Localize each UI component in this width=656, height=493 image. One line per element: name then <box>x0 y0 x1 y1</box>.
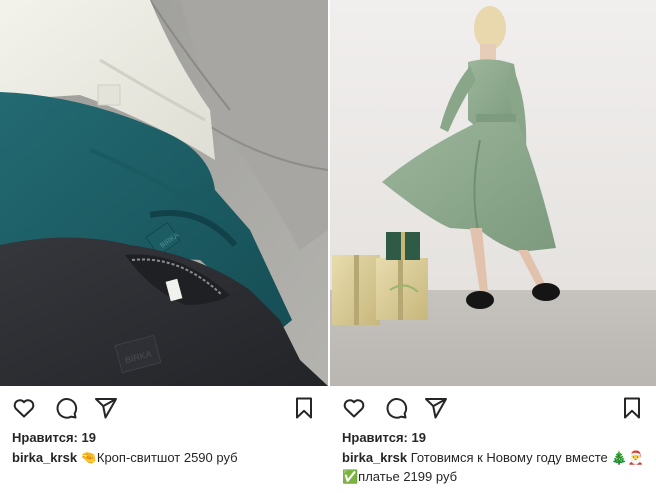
post-image-dress[interactable] <box>330 0 656 386</box>
post-card-dress: Нравится: 19 birka_krsk Готовимся к Ново… <box>330 0 656 493</box>
share-icon[interactable] <box>424 396 448 420</box>
username-link[interactable]: birka_krsk <box>12 450 77 465</box>
post-card-sweatshirts: BIRKA BIRKA Нравится: 19 birka_krsk 🤏Кро… <box>0 0 328 493</box>
dress-photo <box>330 0 656 386</box>
heart-icon[interactable] <box>342 396 366 420</box>
post-caption: birka_krsk 🤏Кроп-свитшот 2590 руб <box>12 448 322 467</box>
comment-icon[interactable] <box>384 396 408 420</box>
bookmark-icon[interactable] <box>292 396 316 420</box>
comment-icon[interactable] <box>54 396 78 420</box>
caption-text: Готовимся к Новому году вместе 🎄🎅 <box>410 450 644 465</box>
post-actions <box>12 396 316 420</box>
heart-icon[interactable] <box>12 396 36 420</box>
sweatshirts-photo: BIRKA BIRKA <box>0 0 328 386</box>
likes-count[interactable]: Нравится: 19 <box>12 430 96 445</box>
bookmark-icon[interactable] <box>620 396 644 420</box>
share-icon[interactable] <box>94 396 118 420</box>
caption-price-line: ✅платье 2199 руб <box>342 469 458 484</box>
username-link[interactable]: birka_krsk <box>342 450 407 465</box>
post-image-sweatshirts[interactable]: BIRKA BIRKA <box>0 0 328 386</box>
likes-count[interactable]: Нравится: 19 <box>342 430 426 445</box>
post-actions <box>342 396 644 420</box>
post-caption: birka_krsk Готовимся к Новому году вмест… <box>342 448 650 486</box>
caption-text: 🤏Кроп-свитшот 2590 руб <box>80 450 238 465</box>
